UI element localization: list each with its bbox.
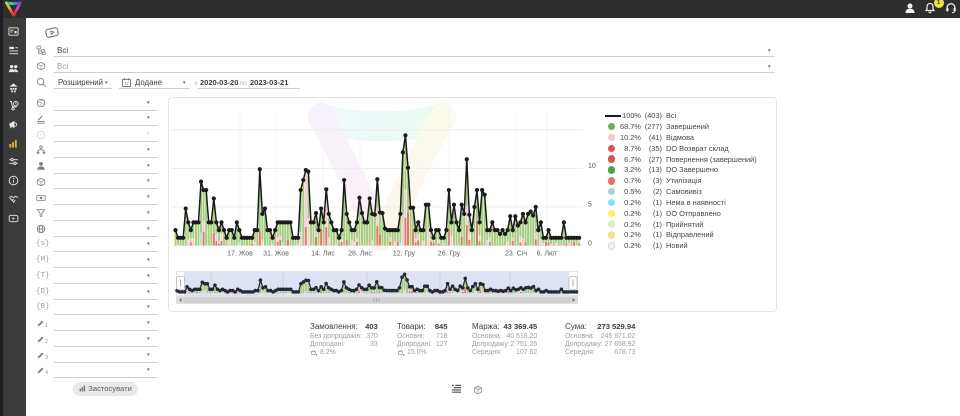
svg-text:6. Лют: 6. Лют — [537, 251, 558, 258]
svg-text:14. Лис: 14. Лис — [311, 251, 335, 258]
svg-text:12. Гру: 12. Гру — [393, 251, 416, 258]
svg-text:28. Лис: 28. Лис — [348, 251, 372, 258]
svg-text:10: 10 — [588, 163, 596, 170]
svg-text:17. Жов: 17. Жов — [227, 251, 253, 258]
svg-text:23. Січ: 23. Січ — [505, 250, 527, 258]
svg-text:0: 0 — [588, 240, 592, 247]
svg-text:5: 5 — [588, 202, 592, 209]
svg-text:26. Гру: 26. Гру — [438, 251, 461, 258]
svg-text:31. Жов: 31. Жов — [263, 251, 289, 258]
